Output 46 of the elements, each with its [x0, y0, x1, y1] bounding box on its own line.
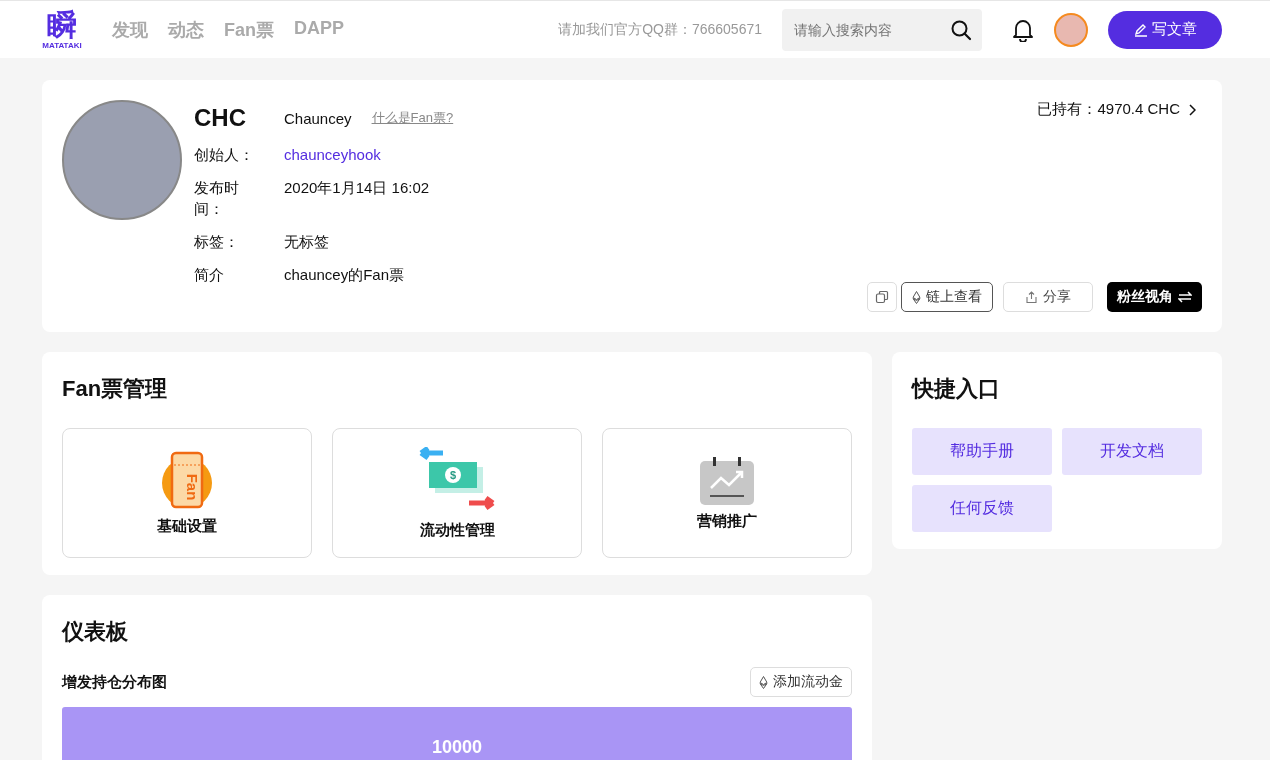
- write-article-button[interactable]: 写文章: [1108, 10, 1222, 49]
- logo-glyph[interactable]: 瞬: [47, 9, 77, 41]
- block-value: 10000: [431, 737, 483, 759]
- field-label: 简介: [194, 265, 225, 285]
- view-on-chain-button[interactable]: 链上查看: [901, 282, 993, 312]
- shortcut-button[interactable]: 帮助手册: [912, 428, 1052, 475]
- qq-group-notice: 请加我们官方QQ群：766605671: [558, 20, 762, 39]
- chevron-right-icon: [1188, 103, 1196, 116]
- share-button[interactable]: 分享: [1003, 282, 1093, 312]
- swap-icon: [1178, 291, 1192, 303]
- management-tile[interactable]: $ 流动性管理: [332, 428, 582, 558]
- search-field[interactable]: 请输入搜索内容: [782, 8, 982, 51]
- share-icon: [1025, 290, 1038, 304]
- holding-link[interactable]: 已持有：4970.4 CHC: [1037, 100, 1196, 119]
- field-label: 发布时间：: [194, 178, 240, 219]
- field-value: chauncey的Fan票: [284, 266, 405, 285]
- field-label: 创始人：: [194, 145, 254, 165]
- shortcut-button[interactable]: 开发文档: [1062, 428, 1202, 475]
- section-title: 仪表板: [62, 618, 129, 646]
- notification-bell-icon[interactable]: [1012, 17, 1034, 42]
- token-symbol: CHC: [194, 104, 247, 132]
- fan-view-button[interactable]: 粉丝视角: [1107, 282, 1202, 312]
- fan-word: Fan: [184, 473, 201, 500]
- search-icon[interactable]: [950, 18, 972, 41]
- copy-icon: [875, 290, 889, 304]
- what-is-fan-ticket-link[interactable]: 什么是Fan票?: [371, 109, 454, 127]
- pen-icon: [1133, 22, 1148, 37]
- chart-title: 增发持仓分布图: [62, 672, 167, 692]
- section-title: Fan票管理: [62, 375, 169, 403]
- field-value: 2020年1月14日 16:02: [284, 179, 430, 198]
- section-title: 快捷入口: [912, 375, 1001, 403]
- growth-chart-icon: [699, 455, 755, 506]
- arrow-right-icon: [466, 495, 496, 510]
- logo-text: MATATAKI: [42, 41, 82, 50]
- management-tile[interactable]: Fan 基础设置: [62, 428, 312, 558]
- ethereum-icon: [759, 675, 768, 689]
- copy-button[interactable]: [867, 282, 897, 312]
- field-label: 标签：: [194, 232, 240, 252]
- shortcut-button[interactable]: 任何反馈: [912, 485, 1052, 532]
- ethereum-icon: [912, 290, 921, 304]
- arrow-left-icon: [418, 446, 446, 460]
- token-name: Chauncey: [284, 109, 352, 127]
- founder-link[interactable]: chaunceyhook: [284, 146, 381, 163]
- management-tile[interactable]: 营销推广: [602, 428, 852, 558]
- add-liquidity-button[interactable]: 添加流动金: [750, 667, 852, 697]
- field-value: 无标签: [284, 233, 329, 252]
